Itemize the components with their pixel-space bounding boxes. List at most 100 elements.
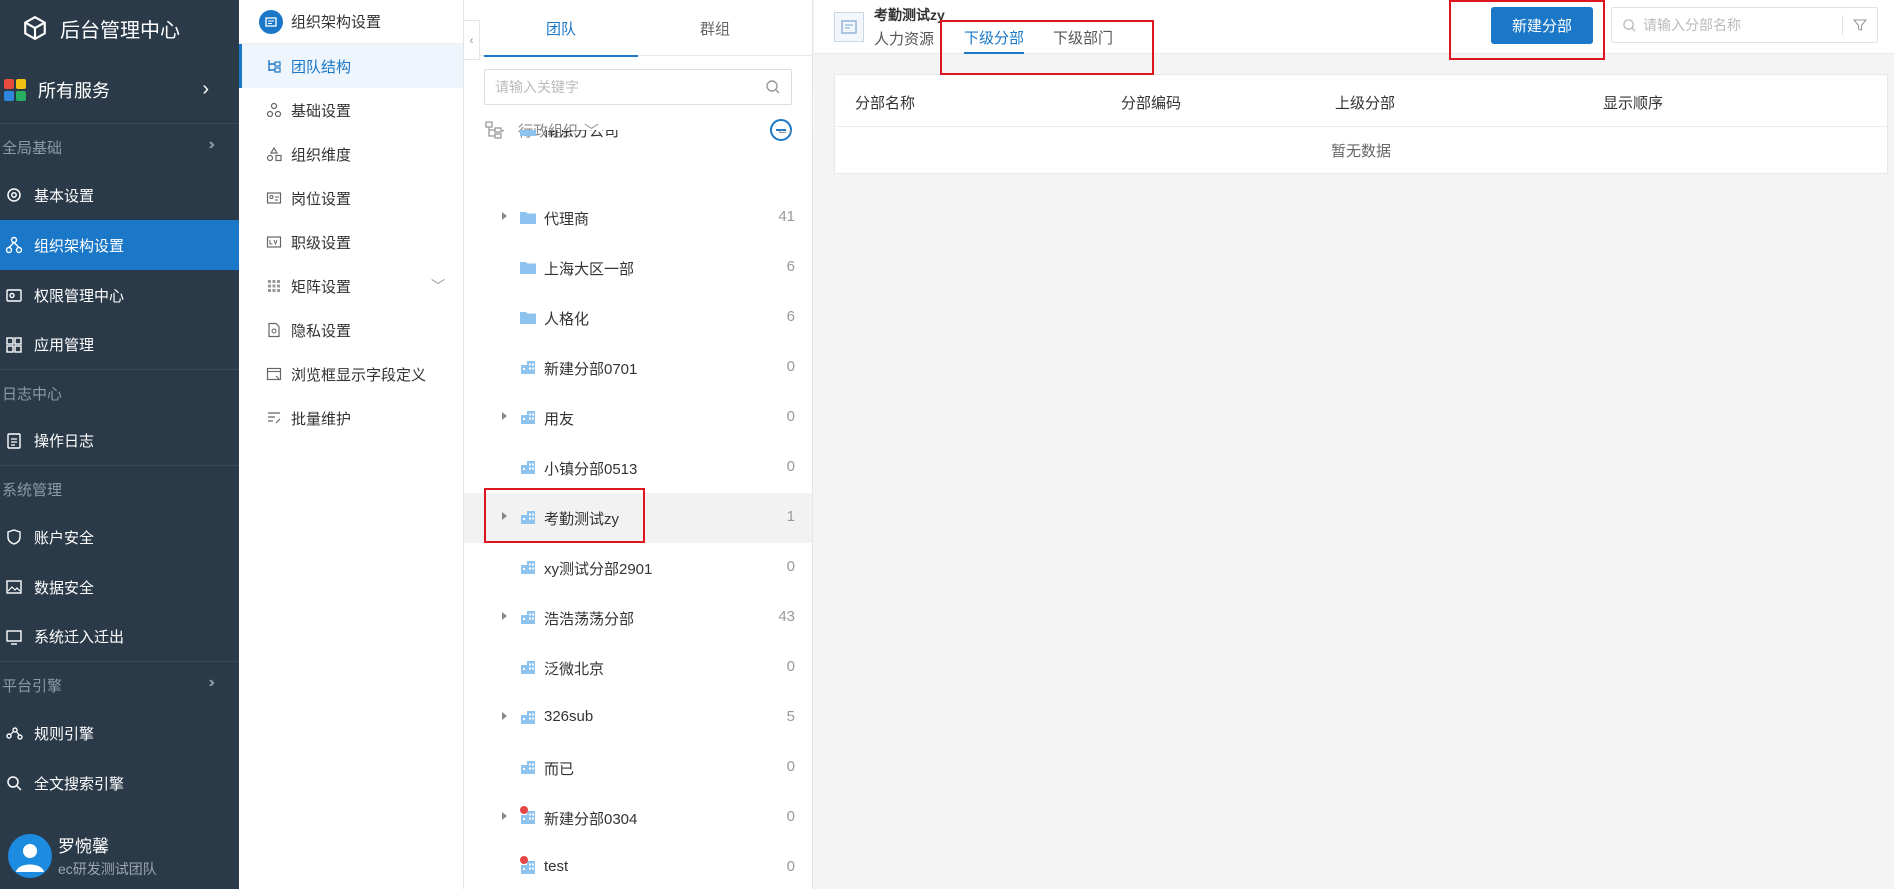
tree-node[interactable]: 而已 0: [464, 743, 812, 793]
group-engine[interactable]: 平台引擎 ››: [0, 662, 239, 708]
main-sidebar: 后台管理中心 所有服务 › 全局基础 ›› 基本设置 组织架构设置 权限管理中心: [0, 0, 239, 889]
subcompany-icon: [834, 12, 864, 42]
tab-team[interactable]: 团队: [484, 0, 638, 57]
sidebar-item-apps[interactable]: 应用管理: [0, 320, 239, 370]
menu2-item-privacy[interactable]: 隐私设置: [239, 308, 463, 352]
tree-search-input[interactable]: [495, 79, 765, 95]
column-header[interactable]: 分部名称: [855, 92, 915, 113]
branch-search-input[interactable]: [1643, 17, 1842, 33]
sidebar-item-permission[interactable]: 权限管理中心: [0, 270, 239, 320]
double-chevron-icon: ››: [208, 674, 214, 691]
tree-node-selected[interactable]: 考勤测试zy 1: [464, 493, 812, 543]
menu2-item-rank[interactable]: 职级设置: [239, 220, 463, 264]
expand-arrow-icon[interactable]: [502, 612, 507, 620]
sidebar-header: 后台管理中心: [0, 0, 239, 56]
search-icon[interactable]: [765, 79, 781, 95]
menu2-title: 组织架构设置: [291, 14, 382, 31]
main-content: 考勤测试zy 人力资源 下级分部 下级部门 新建分部 分部名称 分部编码 上级分…: [814, 0, 1894, 889]
tree-node-label: 新建分部0701: [544, 361, 638, 378]
app-root: 后台管理中心 所有服务 › 全局基础 ›› 基本设置 组织架构设置 权限管理中心: [0, 0, 1894, 889]
expand-arrow-icon[interactable]: [502, 412, 507, 420]
menu2-item-team-structure[interactable]: 团队结构: [239, 44, 463, 88]
menu2-item-batch[interactable]: 批量维护: [239, 396, 463, 440]
group-log-center[interactable]: 日志中心: [0, 370, 239, 416]
menu2-item-position[interactable]: 岗位设置: [239, 176, 463, 220]
sidebar-item-account-security[interactable]: 账户安全: [0, 512, 239, 562]
tree-node-label: 代理商: [544, 211, 590, 228]
tree-node-label: 326sub: [544, 708, 594, 725]
tree-node-count: 0: [786, 358, 795, 375]
tree-node[interactable]: test 0: [464, 843, 812, 889]
new-branch-button[interactable]: 新建分部: [1491, 7, 1593, 44]
sidebar-item-label: 系统迁入迁出: [34, 629, 125, 646]
tree-node-count: 43: [778, 608, 795, 625]
group-system[interactable]: 系统管理: [0, 466, 239, 512]
tree-node-count: 0: [786, 408, 795, 425]
tree-node-agent[interactable]: 代理商 41: [464, 193, 812, 243]
menu2-item-basic[interactable]: 基础设置: [239, 88, 463, 132]
empty-state: 暂无数据: [1330, 142, 1391, 160]
tree-node[interactable]: 小镇分部0513 0: [464, 443, 812, 493]
menu2-header: 组织架构设置: [239, 0, 463, 44]
group-global-base[interactable]: 全局基础 ››: [0, 124, 239, 170]
sidebar-item-fulltext[interactable]: 全文搜索引擎: [0, 758, 239, 808]
shield-icon: [4, 527, 24, 547]
tree-node[interactable]: 南京分公司 27: [464, 130, 812, 154]
menu2-item-dimension[interactable]: 组织维度: [239, 132, 463, 176]
sidebar-item-data-security[interactable]: 数据安全: [0, 562, 239, 612]
tree-node[interactable]: xy测试分部2901 0: [464, 543, 812, 593]
building-icon: [521, 661, 535, 674]
sidebar-item-migrate[interactable]: 系统迁入迁出: [0, 612, 239, 662]
menu2-item-label: 岗位设置: [291, 190, 352, 208]
batch-edit-icon: [265, 409, 283, 427]
expand-arrow-icon[interactable]: [502, 812, 507, 820]
expand-arrow-icon[interactable]: [502, 512, 507, 520]
tree-node[interactable]: 浩浩荡荡分部 43: [464, 593, 812, 643]
building-icon: [521, 361, 535, 374]
menu2-item-browse-fields[interactable]: 浏览框显示字段定义: [239, 352, 463, 396]
tree-node[interactable]: 新建分部0701 0: [464, 343, 812, 393]
tree-node-label: 泛微北京: [544, 661, 605, 678]
tree-node[interactable]: 上海大区一部 6: [464, 243, 812, 293]
column-header[interactable]: 分部编码: [1121, 92, 1181, 113]
user-profile[interactable]: 罗惋馨 ec研发测试团队: [0, 822, 239, 889]
gear-icon: [4, 185, 24, 205]
column-header[interactable]: 上级分部: [1335, 92, 1395, 113]
tree-node-label: 而已: [544, 761, 575, 778]
privacy-doc-icon: [265, 321, 283, 339]
tree-node-count: 5: [786, 708, 795, 725]
tree-node-count: 0: [786, 458, 795, 475]
sidebar-item-label: 账户安全: [34, 529, 95, 547]
all-services-button[interactable]: 所有服务 ›: [0, 56, 239, 124]
expand-arrow-icon[interactable]: [502, 130, 507, 132]
group-label: 日志中心: [2, 385, 63, 403]
search-icon: [1623, 18, 1636, 32]
sidebar-item-oplog[interactable]: 操作日志: [0, 416, 239, 466]
tree-node[interactable]: 泛微北京 0: [464, 643, 812, 693]
building-icon: [521, 461, 535, 474]
tree-node[interactable]: 新建分部0304 0: [464, 793, 812, 843]
column-header[interactable]: 显示顺序: [1603, 92, 1663, 113]
search-icon: [4, 773, 24, 793]
chevron-down-icon: ﹀: [431, 278, 445, 294]
menu2-item-matrix[interactable]: 矩阵设置 ﹀: [239, 264, 463, 308]
sidebar-item-org[interactable]: 组织架构设置: [0, 220, 239, 270]
filter-icon[interactable]: [1842, 15, 1867, 35]
tab-group[interactable]: 群组: [638, 0, 792, 56]
tree-node[interactable]: 用友 0: [464, 393, 812, 443]
tree-node[interactable]: 326sub 5: [464, 693, 812, 743]
tree-node-list-main: 代理商 41 上海大区一部 6 人格化 6 新建分部0701 0 用友 0 小镇…: [464, 193, 812, 889]
expand-arrow-icon[interactable]: [502, 712, 507, 720]
sidebar-item-label: 应用管理: [34, 337, 95, 354]
tab-sub-branches[interactable]: 下级分部: [964, 27, 1025, 54]
sidebar-item-rule-engine[interactable]: 规则引擎: [0, 708, 239, 758]
org-tree-icon: [4, 235, 24, 255]
menu-collapse-toggle[interactable]: ‹: [464, 20, 480, 60]
expand-arrow-icon[interactable]: [502, 212, 507, 220]
tree-node[interactable]: 人格化 6: [464, 293, 812, 343]
sidebar-item-basic[interactable]: 基本设置: [0, 170, 239, 220]
cube-logo-icon: [24, 15, 46, 41]
building-icon: [521, 711, 535, 724]
tab-sub-departments[interactable]: 下级部门: [1053, 27, 1113, 48]
sidebar-item-label: 规则引擎: [34, 725, 95, 743]
